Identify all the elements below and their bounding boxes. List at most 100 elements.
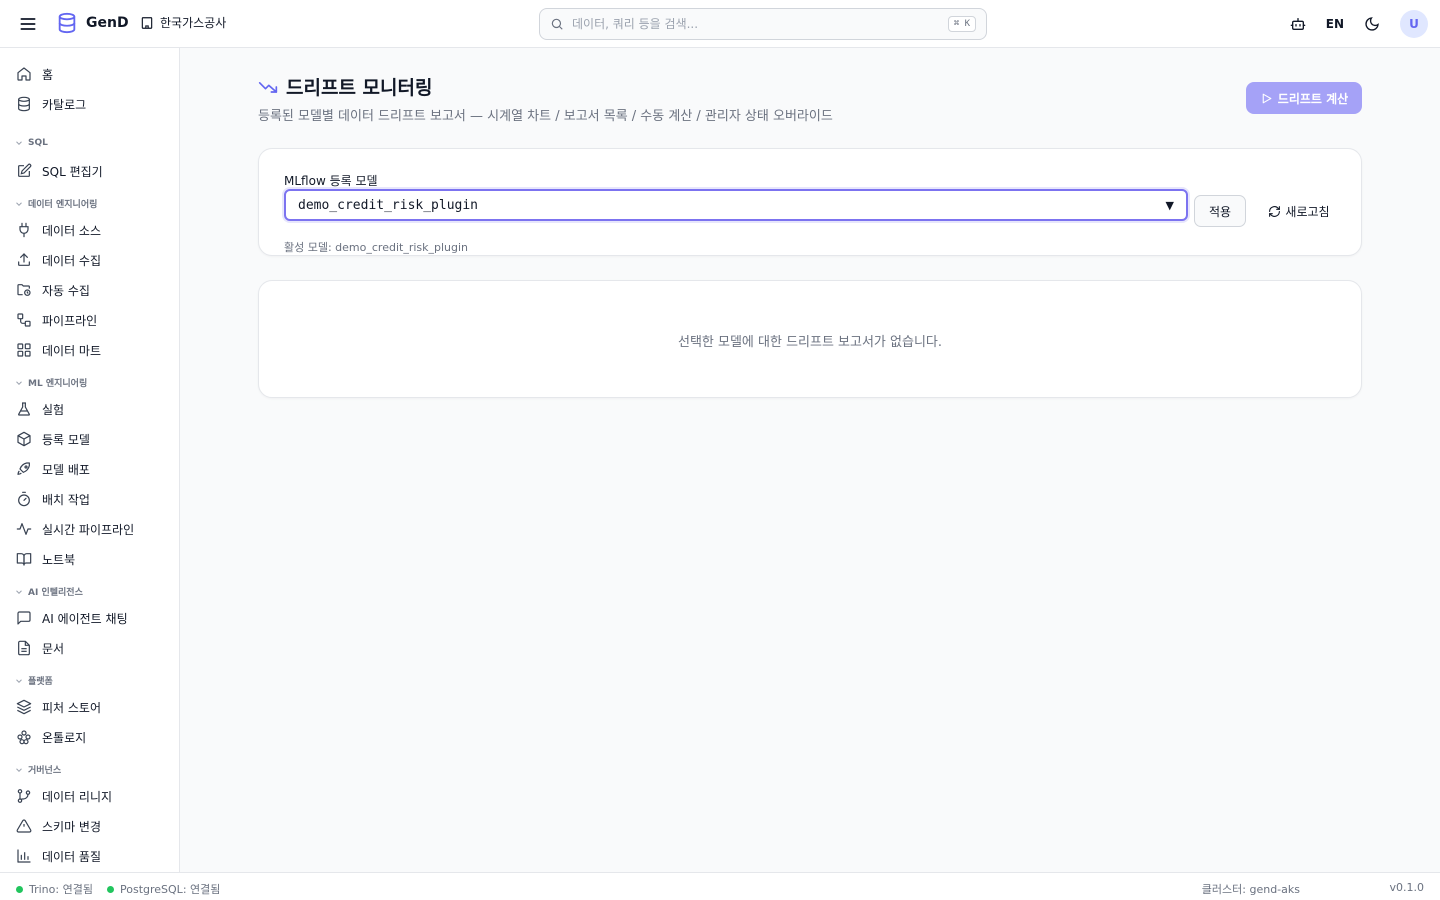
page-title: 드리프트 모니터링 xyxy=(286,77,433,99)
workflow-icon xyxy=(17,313,31,327)
sidebar-item-registered-model[interactable]: 등록 모델 xyxy=(8,426,172,452)
chevron-down-icon xyxy=(16,589,22,594)
layers-icon xyxy=(16,699,32,715)
trending-down-icon xyxy=(258,77,278,97)
sidebar-item-catalog[interactable]: 카탈로그 xyxy=(8,91,172,117)
sidebar-item-label: 실시간 파이프라인 xyxy=(42,522,135,537)
sidebar-item-label: 데이터 품질 xyxy=(42,849,102,864)
postgres-status: PostgreSQL: 연결됨 xyxy=(107,881,220,897)
sidebar-item-model-deploy[interactable]: 모델 배포 xyxy=(8,456,172,482)
sidebar-item-label: 데이터 소스 xyxy=(42,223,102,238)
sidebar-item-label: 스키마 변경 xyxy=(42,819,102,834)
sidebar-item-pipeline[interactable]: 파이프라인 xyxy=(8,307,172,333)
sidebar-item-label: AI 에이전트 채팅 xyxy=(42,611,128,626)
chevron-down-icon xyxy=(16,678,22,683)
sidebar-item-batch-job[interactable]: 배치 작업 xyxy=(8,486,172,512)
cluster-info: 클러스터: gend-aks xyxy=(1201,883,1300,896)
sidebar-item-label: 카탈로그 xyxy=(42,97,87,112)
sidebar-item-experiment[interactable]: 실험 xyxy=(8,396,172,422)
sidebar-item-label: 노트북 xyxy=(42,552,76,567)
sidebar-item-label: 피처 스토어 xyxy=(42,700,102,715)
refresh-button[interactable]: 새로고침 xyxy=(1259,195,1339,227)
sidebar-item-label: 모델 배포 xyxy=(42,462,90,477)
section-governance[interactable]: 거버넌스 xyxy=(14,763,61,776)
sidebar-item-ontology[interactable]: 온톨로지 xyxy=(8,724,172,750)
sidebar-item-data-quality[interactable]: 데이터 품질 xyxy=(8,843,172,869)
model-select-card: MLflow 등록 모델 demo_credit_risk_plugin ▼ 적… xyxy=(258,148,1362,256)
sidebar-item-label: 등록 모델 xyxy=(42,432,90,447)
search-input[interactable] xyxy=(572,17,948,31)
sidebar-item-notebook[interactable]: 노트북 xyxy=(8,546,172,572)
flask-icon xyxy=(18,402,30,416)
menu-icon[interactable] xyxy=(18,14,38,34)
search-shortcut: ⌘ K xyxy=(947,16,976,32)
language-toggle[interactable]: EN xyxy=(1326,17,1344,31)
sidebar-item-data-lineage[interactable]: 데이터 리니지 xyxy=(8,783,172,809)
grid-icon xyxy=(17,343,31,357)
sidebar-item-data-ingest[interactable]: 데이터 수집 xyxy=(8,247,172,273)
section-platform[interactable]: 플랫폼 xyxy=(14,674,53,687)
folder-sync-icon xyxy=(17,284,31,296)
page-subtitle: 등록된 모델별 데이터 드리프트 보고서 — 시계열 차트 / 보고서 목록 /… xyxy=(258,109,833,124)
compute-drift-label: 드리프트 계산 xyxy=(1277,91,1349,106)
sidebar-item-label: 실험 xyxy=(42,402,65,417)
section-ml-engineering[interactable]: ML 엔지니어링 xyxy=(14,376,87,389)
bar-chart-icon xyxy=(17,849,31,863)
sidebar-item-home[interactable]: 홈 xyxy=(8,61,172,87)
model-select[interactable]: demo_credit_risk_plugin ▼ xyxy=(284,189,1188,221)
search-box[interactable]: ⌘ K xyxy=(539,8,987,40)
chevron-down-icon xyxy=(16,380,22,385)
apply-button[interactable]: 적용 xyxy=(1194,195,1246,227)
activity-icon xyxy=(16,523,32,535)
sidebar-item-label: 문서 xyxy=(42,641,65,656)
sidebar-item-label: 배치 작업 xyxy=(42,492,90,507)
status-dot xyxy=(107,885,114,893)
sidebar-item-label: 홈 xyxy=(42,67,54,82)
timer-icon xyxy=(18,491,30,507)
moon-icon[interactable] xyxy=(1362,14,1382,34)
play-icon xyxy=(1260,92,1273,105)
sidebar-item-label: 온톨로지 xyxy=(42,730,87,745)
bot-icon[interactable] xyxy=(1288,14,1308,34)
refresh-label: 새로고침 xyxy=(1285,204,1330,219)
page-header: 드리프트 모니터링 xyxy=(258,73,432,100)
sidebar-item-label: 데이터 수집 xyxy=(42,253,102,268)
section-data-engineering[interactable]: 데이터 엔지니어링 xyxy=(14,197,97,210)
section-sql[interactable]: SQL xyxy=(14,138,48,148)
sidebar-item-label: 데이터 마트 xyxy=(42,343,102,358)
sidebar-item-label: 데이터 리니지 xyxy=(42,789,113,804)
sidebar-item-auto-ingest[interactable]: 자동 수집 xyxy=(8,277,172,303)
brand-logo[interactable]: GenD xyxy=(56,12,129,34)
chevron-down-icon xyxy=(16,141,22,145)
sidebar-item-label: SQL 편집기 xyxy=(42,164,103,179)
sidebar-item-feature-store[interactable]: 피처 스토어 xyxy=(8,694,172,720)
database-icon xyxy=(56,12,78,34)
sidebar-item-ai-agent-chat[interactable]: AI 에이전트 채팅 xyxy=(8,605,172,631)
sidebar-item-schema-change[interactable]: 스키마 변경 xyxy=(8,813,172,839)
compute-drift-button[interactable]: 드리프트 계산 xyxy=(1246,82,1362,114)
section-ai-intelligence[interactable]: AI 인텔리전스 xyxy=(14,585,83,598)
refresh-icon xyxy=(1268,205,1281,218)
sidebar-item-label: 자동 수집 xyxy=(42,283,90,298)
status-bar: Trino: 연결됨 PostgreSQL: 연결됨 클러스터: gend-ak… xyxy=(0,872,1440,900)
sidebar-item-sql-editor[interactable]: SQL 편집기 xyxy=(8,158,172,184)
sidebar-item-data-source[interactable]: 데이터 소스 xyxy=(8,217,172,243)
avatar[interactable]: U xyxy=(1400,10,1428,38)
model-select-value: demo_credit_risk_plugin xyxy=(298,197,479,213)
sidebar-item-realtime-pipeline[interactable]: 실시간 파이프라인 xyxy=(8,516,172,542)
org-selector[interactable]: 한국가스공사 xyxy=(140,14,226,31)
home-icon xyxy=(17,67,31,81)
chevron-down-icon xyxy=(16,201,22,206)
database-icon xyxy=(18,96,30,112)
version-info: v0.1.0 xyxy=(1389,881,1425,894)
upload-icon xyxy=(18,253,30,266)
edit-icon xyxy=(18,163,32,177)
status-dot xyxy=(16,885,23,893)
search-icon xyxy=(550,17,564,31)
sidebar-item-label: 파이프라인 xyxy=(42,313,98,328)
sidebar-item-data-mart[interactable]: 데이터 마트 xyxy=(8,337,172,363)
git-branch-icon xyxy=(17,789,31,803)
sidebar-item-docs[interactable]: 문서 xyxy=(8,635,172,661)
alert-triangle-icon xyxy=(16,819,32,833)
rocket-icon xyxy=(17,462,30,475)
